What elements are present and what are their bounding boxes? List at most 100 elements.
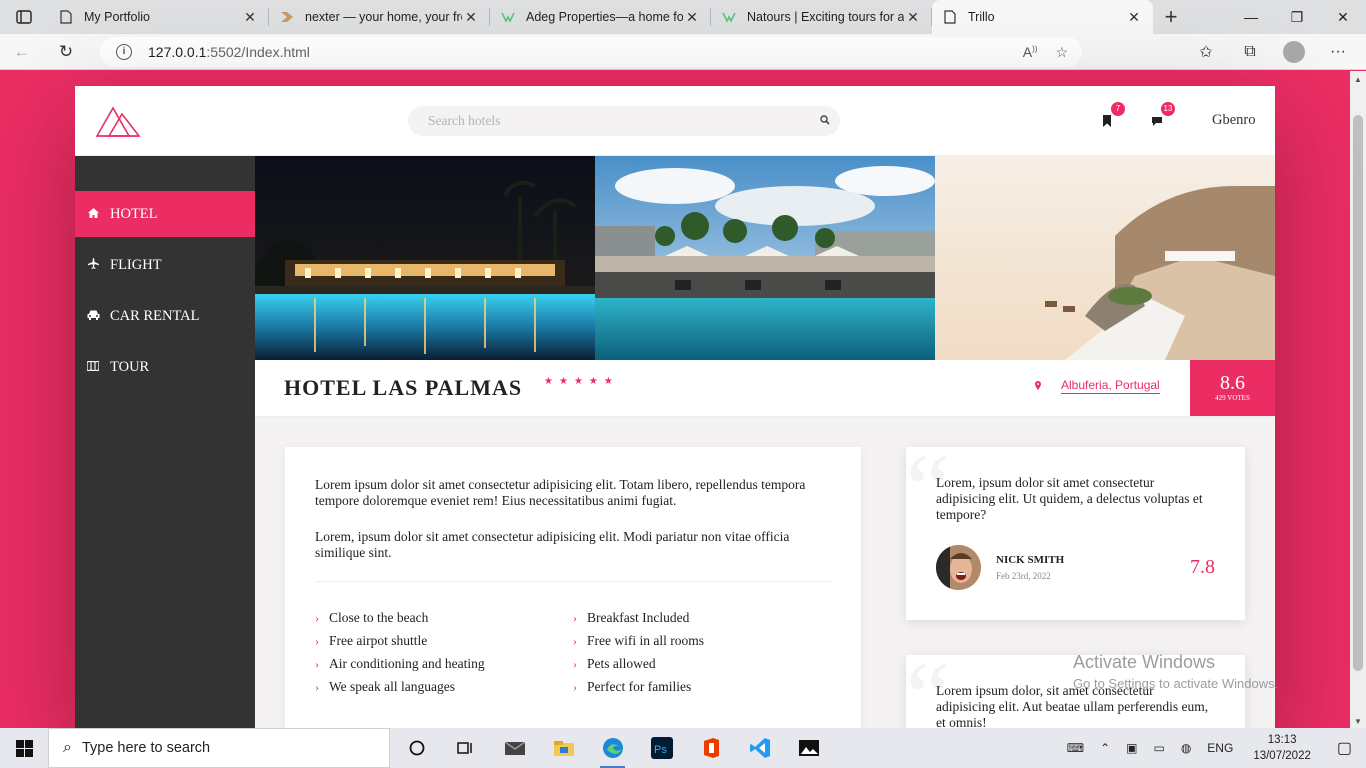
windows-taskbar: ⌕ Type here to search Ps ⌨ ⌃ ▣ ▭ ◍ ENG 1… xyxy=(0,728,1366,768)
star-rating: ★ ★ ★ ★ ★ xyxy=(544,376,613,387)
restore-icon[interactable]: ❐ xyxy=(1274,0,1320,34)
browser-address-bar: ← ↻ i 127.0.0.1:5502/Index.html A)) ☆ ✩ … xyxy=(0,34,1366,70)
photos-icon[interactable] xyxy=(784,728,833,768)
bookmark-button[interactable]: 7 xyxy=(1098,102,1125,130)
activate-windows-watermark: Activate Windows Go to Settings to activ… xyxy=(1073,652,1278,691)
device-icon[interactable]: ▣ xyxy=(1118,741,1145,755)
browser-tab-active[interactable]: Trillo ✕ xyxy=(932,0,1153,34)
tab-title: Natours | Exciting tours for ac xyxy=(747,10,904,24)
sidebar-item-flight[interactable]: FLIGHT xyxy=(75,242,255,288)
trillo-logo-icon[interactable] xyxy=(95,104,141,138)
refresh-icon[interactable]: ↻ xyxy=(44,42,88,62)
taskbar-clock[interactable]: 13:13 13/07/2022 xyxy=(1241,732,1323,764)
feature-label: Breakfast Included xyxy=(587,610,690,625)
location-link[interactable]: Albuferia, Portugal xyxy=(1061,378,1160,394)
task-view-icon[interactable] xyxy=(441,728,490,768)
user-review: “ Lorem, ipsum dolor sit amet consectetu… xyxy=(906,439,1245,620)
feature-label: Close to the beach xyxy=(329,610,429,625)
chat-icon xyxy=(1152,116,1162,126)
chevron-right-icon: › xyxy=(315,633,319,648)
browser-tab[interactable]: My Portfolio ✕ xyxy=(48,0,269,34)
trillo-app: Search hotels 7 13 Gbenro HOTEL FLIGHT C… xyxy=(75,86,1275,728)
search-input[interactable]: Search hotels xyxy=(428,113,810,129)
chevron-right-icon: › xyxy=(315,610,319,625)
close-tab-icon[interactable]: ✕ xyxy=(462,9,480,26)
sidebar-item-tour[interactable]: TOUR xyxy=(75,344,255,390)
profile-avatar[interactable] xyxy=(1272,41,1316,63)
taskbar-search-field[interactable]: ⌕ Type here to search xyxy=(48,728,390,768)
feature-label: Air conditioning and heating xyxy=(329,656,485,671)
divider xyxy=(315,581,831,582)
chevron-right-icon: › xyxy=(573,679,577,694)
windows-start-button[interactable] xyxy=(0,728,48,768)
user-nav-name[interactable]: Gbenro xyxy=(1212,112,1256,129)
reviewer: NICK SMITH Feb 23rd, 2022 7.8 xyxy=(936,545,1215,590)
gallery-photo-night-pool[interactable] xyxy=(255,156,595,360)
description-paragraph: Lorem, ipsum dolor sit amet consectetur … xyxy=(315,529,790,560)
url-field[interactable]: i 127.0.0.1:5502/Index.html A)) ☆ xyxy=(100,37,1082,67)
browser-tab-bar: My Portfolio ✕ nexter — your home, your … xyxy=(0,0,1366,34)
url-host: 127.0.0.1 xyxy=(148,44,207,60)
close-tab-icon[interactable]: ✕ xyxy=(683,9,701,26)
close-tab-icon[interactable]: ✕ xyxy=(904,9,922,26)
file-explorer-icon[interactable] xyxy=(539,728,588,768)
scroll-down-icon[interactable]: ▼ xyxy=(1350,717,1366,726)
page-scrollbar[interactable]: ▲ ▼ xyxy=(1350,71,1366,728)
chevron-up-icon[interactable]: ⌃ xyxy=(1092,741,1118,755)
tab-actions-icon[interactable] xyxy=(0,0,48,34)
sidebar-item-car-rental[interactable]: CAR RENTAL xyxy=(75,293,255,339)
close-window-icon[interactable]: ✕ xyxy=(1320,0,1366,34)
sidebar-item-label: TOUR xyxy=(110,358,150,375)
search-icon[interactable] xyxy=(810,114,840,128)
feature-item: › Free airpot shuttle xyxy=(315,633,573,649)
gallery-photo-terrace[interactable] xyxy=(935,156,1275,360)
search-field[interactable]: Search hotels xyxy=(408,106,840,136)
chevron-right-icon: › xyxy=(315,656,319,671)
keyboard-icon[interactable]: ⌨ xyxy=(1059,741,1092,755)
page-icon xyxy=(58,9,74,25)
vscode-icon[interactable] xyxy=(735,728,784,768)
browser-tab[interactable]: Natours | Exciting tours for ac ✕ xyxy=(711,0,932,34)
browser-tab[interactable]: Adeg Properties—a home for ✕ xyxy=(490,0,711,34)
feature-item: › Close to the beach xyxy=(315,610,573,626)
messages-button[interactable]: 13 xyxy=(1148,102,1175,130)
read-aloud-icon[interactable]: A)) xyxy=(1023,44,1038,61)
browser-tab[interactable]: nexter — your home, your fre ✕ xyxy=(269,0,490,34)
scroll-up-icon[interactable]: ▲ xyxy=(1350,75,1366,84)
mail-icon[interactable] xyxy=(490,728,539,768)
minimize-icon[interactable]: — xyxy=(1228,0,1274,34)
cortana-icon[interactable] xyxy=(392,728,441,768)
new-tab-button[interactable]: + xyxy=(1153,0,1189,34)
add-favorite-icon[interactable]: ☆ xyxy=(1055,44,1068,61)
bookmark-icon xyxy=(1103,115,1111,127)
hotel-description: Lorem ipsum dolor sit amet consectetur a… xyxy=(285,447,861,728)
feature-label: Free airpot shuttle xyxy=(329,633,428,648)
notifications-icon[interactable]: ▢ xyxy=(1323,738,1366,758)
edge-browser-icon[interactable] xyxy=(588,728,637,768)
chevron-right-icon: › xyxy=(573,633,577,648)
review-date: Feb 23rd, 2022 xyxy=(996,571,1051,581)
sidebar-item-label: HOTEL xyxy=(110,205,158,222)
photoshop-icon[interactable]: Ps xyxy=(637,728,686,768)
close-tab-icon[interactable]: ✕ xyxy=(241,9,259,26)
more-menu-icon[interactable]: ··· xyxy=(1316,43,1360,61)
battery-icon[interactable]: ▭ xyxy=(1145,741,1172,755)
sidebar-item-hotel[interactable]: HOTEL xyxy=(75,191,255,237)
search-icon: ⌕ xyxy=(63,739,72,756)
review-text: Lorem, ipsum dolor sit amet consectetur … xyxy=(936,475,1203,522)
collections-icon[interactable]: ⧉ xyxy=(1228,43,1272,61)
back-icon[interactable]: ← xyxy=(0,42,44,62)
office-icon[interactable] xyxy=(686,728,735,768)
url-path: :5502/Index.html xyxy=(206,44,310,60)
gallery-photo-day-pool[interactable] xyxy=(595,156,935,360)
feature-item: › Air conditioning and heating xyxy=(315,656,573,672)
info-icon[interactable]: i xyxy=(116,44,132,60)
review-rating: 7.8 xyxy=(1190,556,1215,578)
feature-label: Pets allowed xyxy=(587,656,656,671)
network-icon[interactable]: ◍ xyxy=(1173,741,1199,755)
feature-item: › Perfect for families xyxy=(573,679,831,695)
language-indicator[interactable]: ENG xyxy=(1199,741,1241,755)
scrollbar-thumb[interactable] xyxy=(1353,115,1363,671)
close-tab-icon[interactable]: ✕ xyxy=(1125,9,1143,26)
favorites-icon[interactable]: ✩ xyxy=(1184,42,1228,62)
